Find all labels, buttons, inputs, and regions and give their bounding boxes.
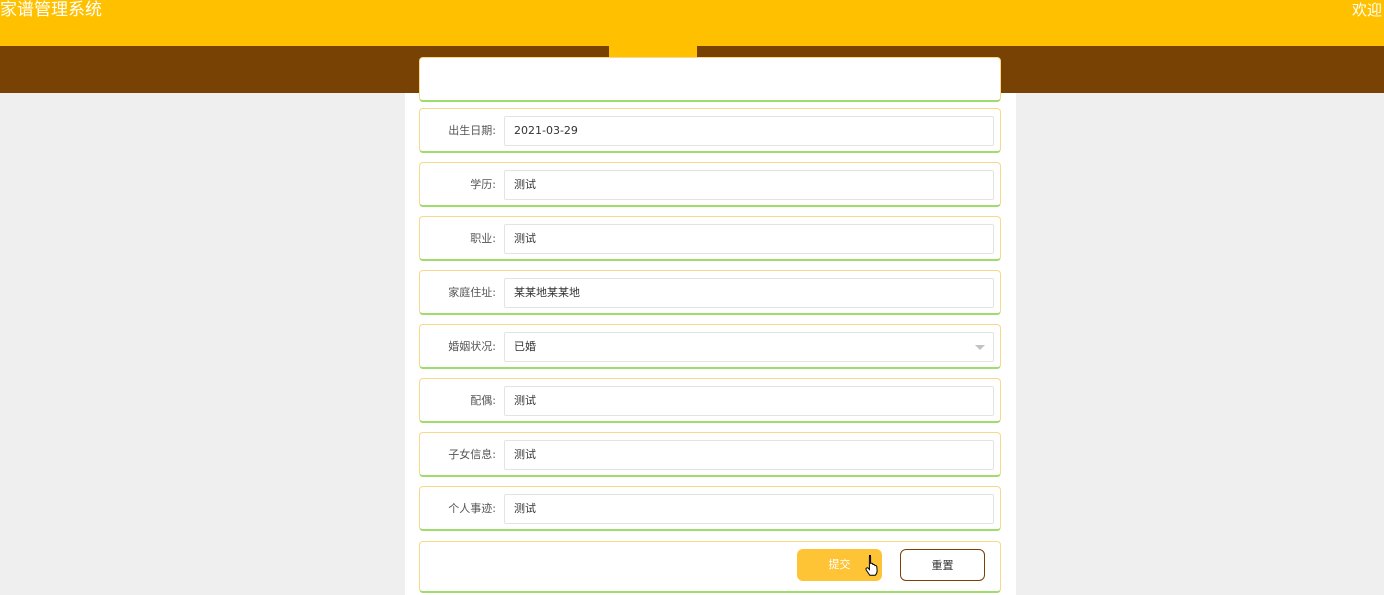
address-label: 家庭住址: — [448, 286, 496, 299]
form-row-education: 学历: 测试 — [419, 162, 1001, 207]
education-field[interactable]: 测试 — [504, 170, 994, 200]
deeds-field[interactable]: 测试 — [504, 494, 994, 524]
form-panel: 出生日期: 2021-03-29 学历: 测试 职业: 测试 家庭住址: 某某地… — [405, 57, 1016, 595]
chevron-down-icon — [975, 345, 985, 350]
marital-status-label: 婚姻状况: — [448, 340, 496, 353]
deeds-label: 个人事迹: — [448, 502, 496, 515]
top-header: 家谱管理系统 欢迎 — [0, 0, 1384, 46]
form-row-occupation: 职业: 测试 — [419, 216, 1001, 261]
form-row-actions: 提交 重置 — [419, 541, 1001, 593]
reset-button[interactable]: 重置 — [900, 549, 985, 581]
spouse-field[interactable]: 测试 — [504, 386, 994, 416]
address-field[interactable]: 某某地某某地 — [504, 278, 994, 308]
form-row-spouse: 配偶: 测试 — [419, 378, 1001, 423]
form-row-address: 家庭住址: 某某地某某地 — [419, 270, 1001, 315]
children-label: 子女信息: — [448, 448, 496, 461]
form-row-children: 子女信息: 测试 — [419, 432, 1001, 477]
marital-status-value: 已婚 — [514, 340, 536, 353]
education-label: 学历: — [470, 178, 496, 191]
hand-cursor-icon — [865, 555, 878, 576]
marital-status-select[interactable]: 已婚 — [504, 332, 994, 362]
form-row-marital-status: 婚姻状况: 已婚 — [419, 324, 1001, 369]
birth-date-label: 出生日期: — [448, 124, 496, 137]
welcome-text: 欢迎 — [1352, 1, 1383, 19]
app-title: 家谱管理系统 — [0, 0, 102, 20]
occupation-field[interactable]: 测试 — [504, 224, 994, 254]
occupation-label: 职业: — [470, 232, 496, 245]
form-row-partial — [419, 57, 1001, 102]
children-field[interactable]: 测试 — [504, 440, 994, 470]
birth-date-field[interactable]: 2021-03-29 — [504, 116, 994, 146]
form-row-birth-date: 出生日期: 2021-03-29 — [419, 108, 1001, 153]
spouse-label: 配偶: — [470, 394, 496, 407]
form-row-deeds: 个人事迹: 测试 — [419, 486, 1001, 531]
